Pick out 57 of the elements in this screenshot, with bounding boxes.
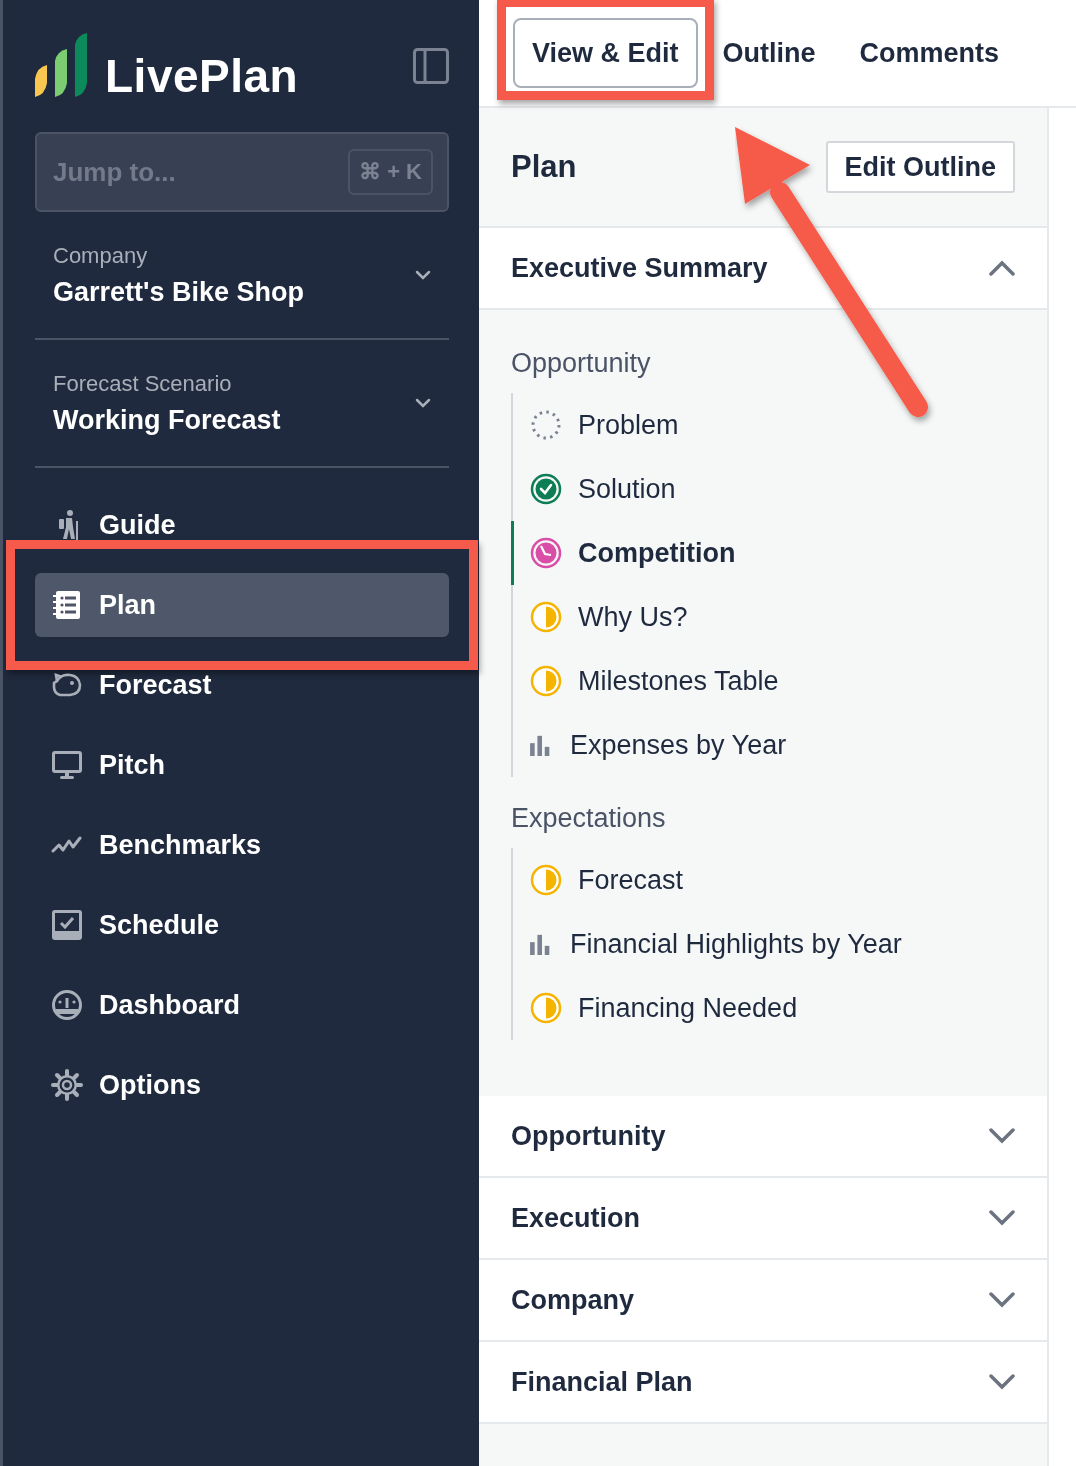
- notebook-icon: [51, 589, 83, 621]
- nav-item[interactable]: Guide: [35, 493, 449, 557]
- chevron-down-icon: [989, 1210, 1015, 1226]
- selector-value: Garrett's Bike Shop: [53, 276, 304, 308]
- section-header[interactable]: Company: [479, 1260, 1047, 1342]
- outline-item[interactable]: Forecast: [511, 848, 1015, 912]
- gauge-icon: [51, 989, 83, 1021]
- half-circle-icon: [530, 665, 562, 697]
- selector-value: Working Forecast: [53, 404, 281, 436]
- check-circle-icon: [530, 473, 562, 505]
- selector-label: Forecast Scenario: [53, 370, 233, 397]
- outline-item[interactable]: Expenses by Year: [511, 713, 1015, 777]
- sidebar-toggle-icon[interactable]: [413, 48, 449, 84]
- tab[interactable]: View & Edit: [513, 18, 698, 88]
- nav-item[interactable]: Pitch: [35, 733, 449, 797]
- outline-item[interactable]: Financing Needed: [511, 976, 1015, 1040]
- tab[interactable]: Comments: [840, 18, 1019, 88]
- outline-item[interactable]: Milestones Table: [511, 649, 1015, 713]
- selector-label: Company: [53, 242, 149, 269]
- outline-item[interactable]: Why Us?: [511, 585, 1015, 649]
- outline-item[interactable]: Problem: [511, 393, 1015, 457]
- scenario-selector[interactable]: Forecast Scenario Working Forecast: [35, 340, 449, 468]
- nav-item[interactable]: Dashboard: [35, 973, 449, 1037]
- chevron-down-icon: [989, 1374, 1015, 1390]
- empty-status-icon: [530, 409, 562, 441]
- edit-outline-button[interactable]: Edit Outline: [825, 141, 1015, 193]
- tab[interactable]: Outline: [703, 18, 835, 88]
- outline-item[interactable]: Competition: [511, 521, 1015, 585]
- nav-item[interactable]: Plan: [35, 573, 449, 637]
- clock-icon: [530, 537, 562, 569]
- section-header[interactable]: Financial Plan: [479, 1342, 1047, 1424]
- half-circle-icon: [530, 864, 562, 896]
- outline-item[interactable]: Financial Highlights by Year: [511, 912, 1015, 976]
- nav-item[interactable]: Schedule: [35, 893, 449, 957]
- outline-item[interactable]: Solution: [511, 457, 1015, 521]
- half-circle-icon: [530, 601, 562, 633]
- chevron-down-icon: [989, 1128, 1015, 1144]
- panel-title: Plan: [511, 149, 577, 185]
- group-heading: Expectations: [511, 803, 667, 834]
- section-header[interactable]: Opportunity: [479, 1096, 1047, 1178]
- chevron-up-icon: [989, 260, 1015, 276]
- section-header[interactable]: Execution: [479, 1178, 1047, 1260]
- chevron-down-icon: [415, 398, 431, 408]
- nav-item[interactable]: Options: [35, 1053, 449, 1117]
- chevron-down-icon: [989, 1292, 1015, 1308]
- section-header[interactable]: Executive Summary: [479, 228, 1047, 310]
- group-heading: Opportunity: [511, 348, 652, 379]
- shortcut-hint: ⌘ + K: [348, 149, 433, 195]
- chevron-down-icon: [415, 270, 431, 280]
- half-circle-icon: [530, 992, 562, 1024]
- nav-item[interactable]: Forecast: [35, 653, 449, 717]
- settings-icon: [51, 1069, 83, 1101]
- logo-text: LivePlan: [105, 53, 299, 99]
- monitor-icon: [51, 749, 83, 781]
- scenario-selector[interactable]: Company Garrett's Bike Shop: [35, 212, 449, 340]
- nav-item[interactable]: Benchmarks: [35, 813, 449, 877]
- checkbox-calendar-icon: [51, 909, 83, 941]
